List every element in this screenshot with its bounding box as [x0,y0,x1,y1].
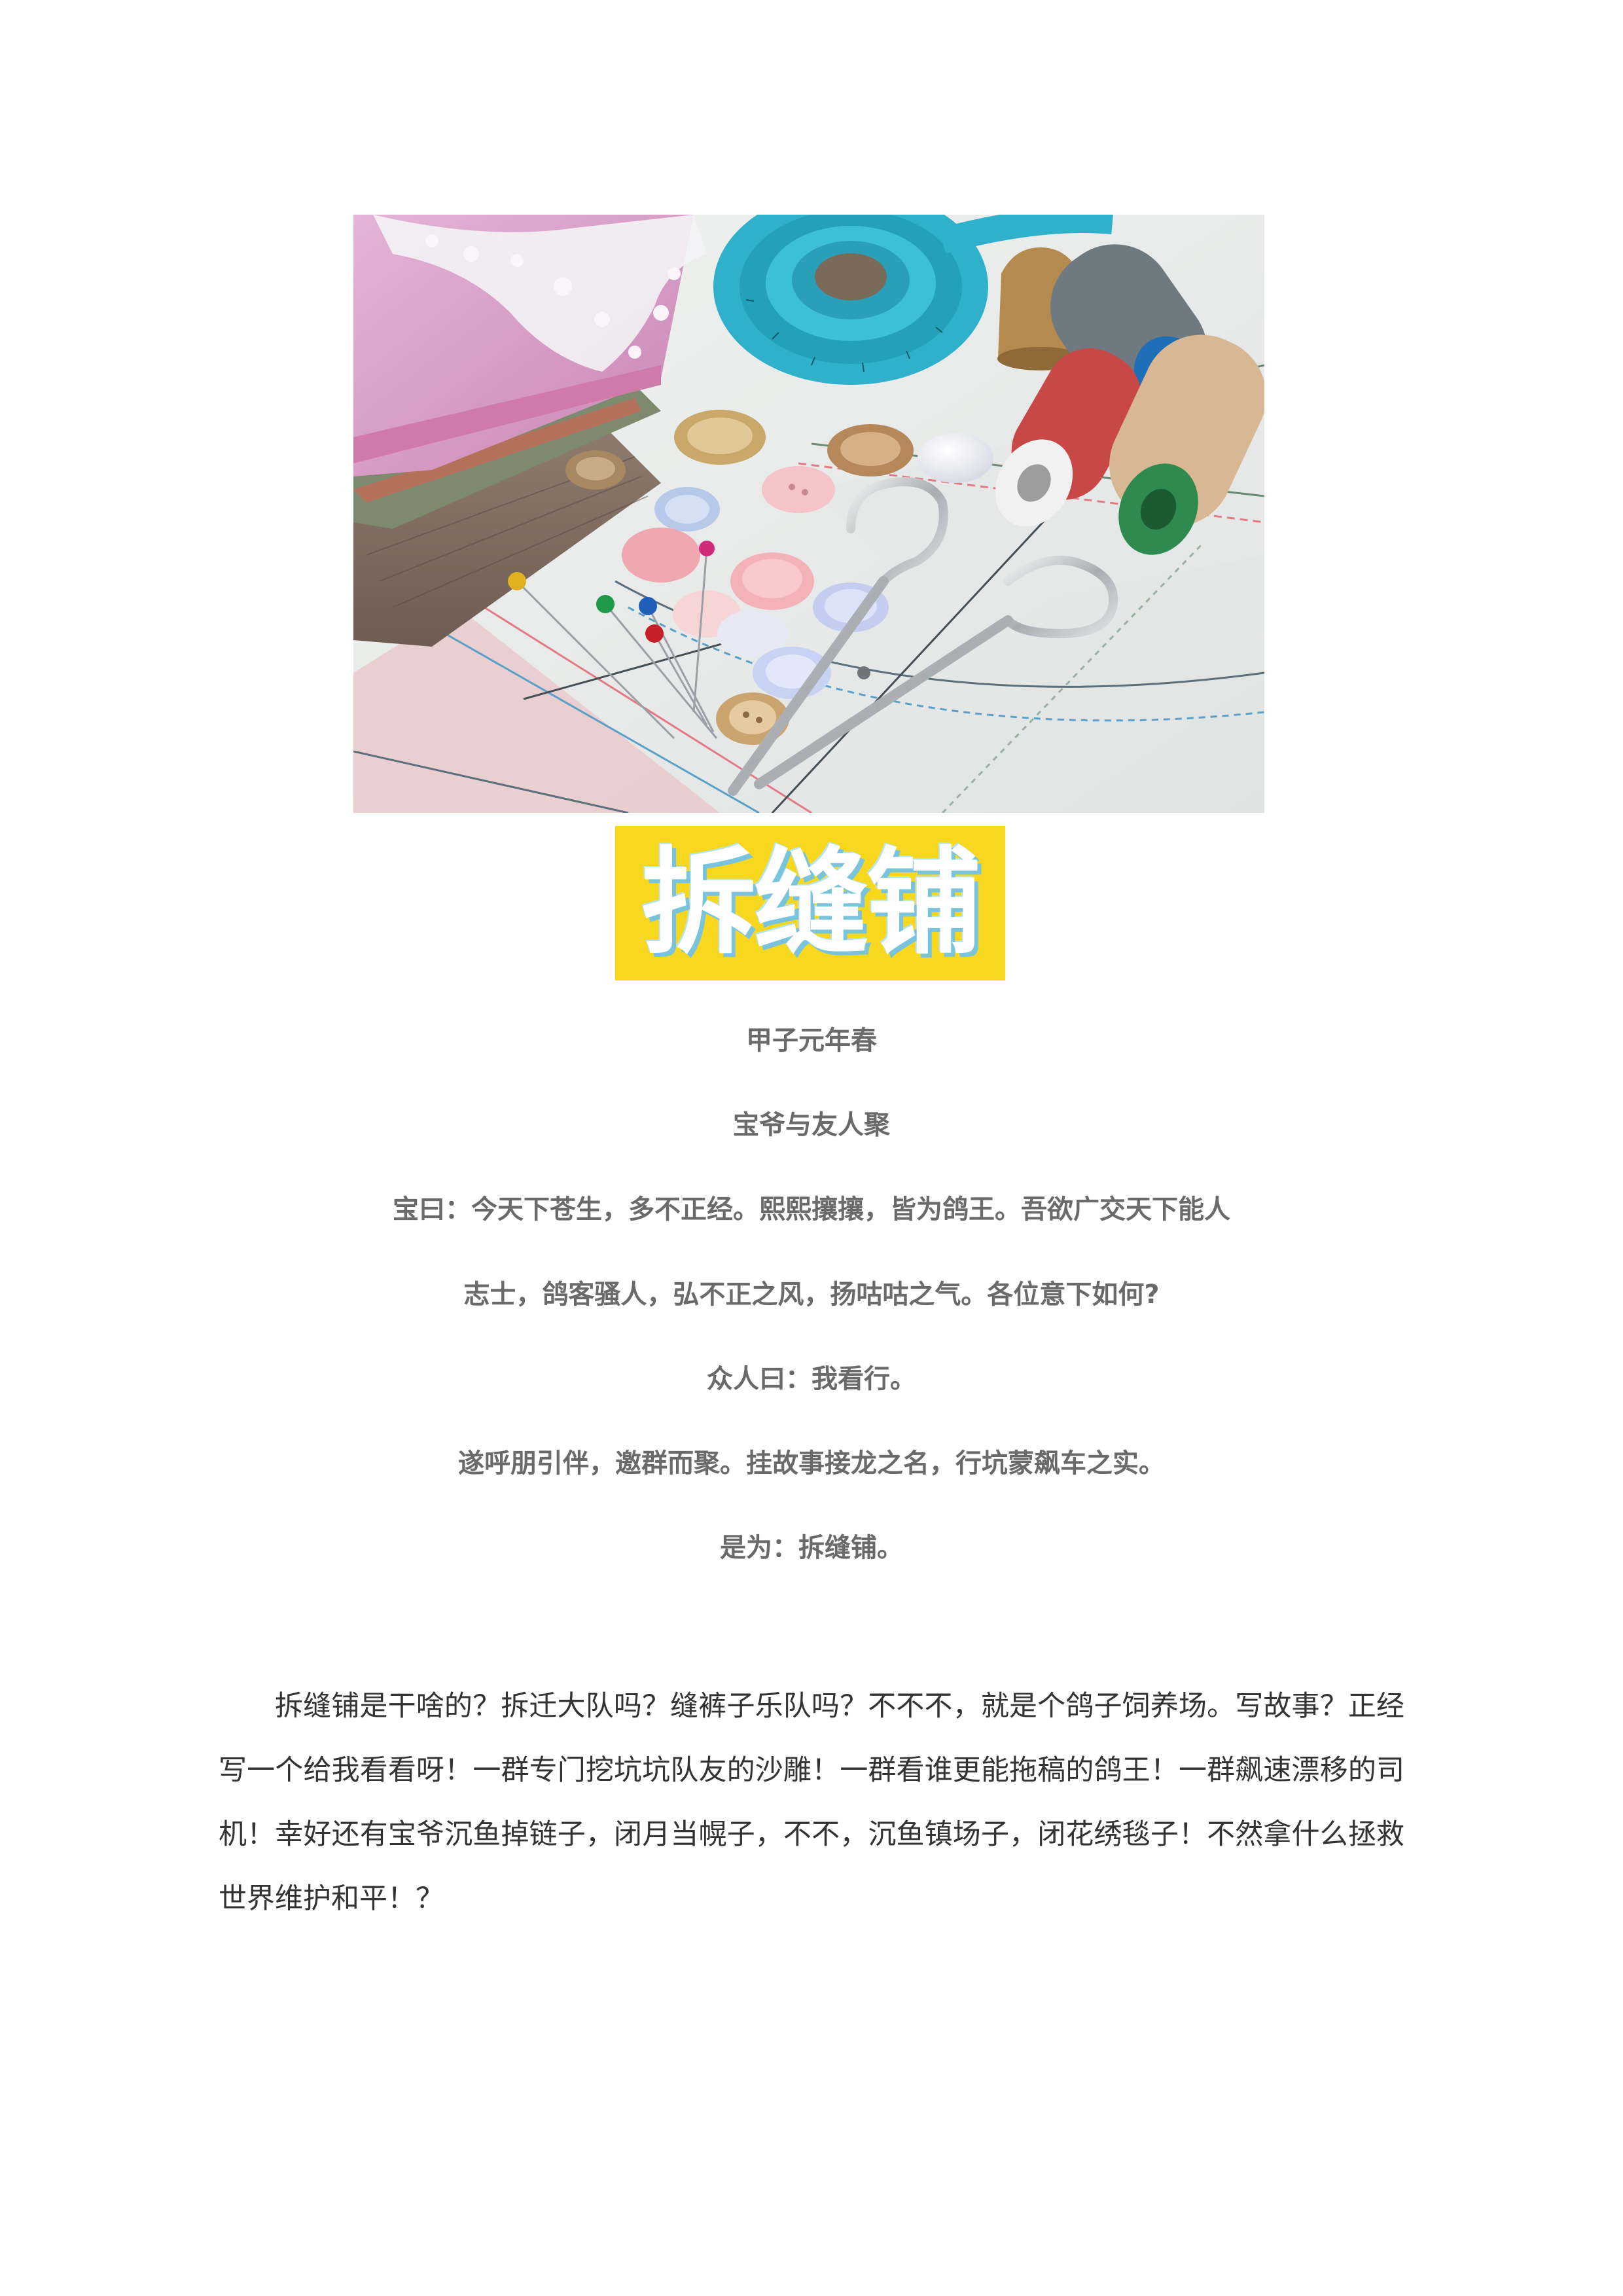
preface-line-1: 甲子元年春 [746,1026,877,1056]
preface-line-5: 众人曰：我看行。 [707,1364,916,1394]
title-banner: 拆缝铺 [615,826,1005,980]
preface-line-4: 志士，鸽客骚人，弘不正之风，扬咕咕之气。各位意下如何? [463,1280,1160,1310]
sewing-supplies-photo [353,215,1264,813]
scissors-pivot [857,666,870,679]
preface-line-3: 宝曰：今天下苍生，多不正经。熙熙攘攘，皆为鸽王。吾欲广交天下能人 [393,1194,1230,1225]
intro-paragraph: 拆缝铺是干啥的？拆迁大队吗？缝裤子乐队吗？不不不，就是个鸽子饲养场。写故事？正经… [219,1690,1404,1915]
preface-line-6: 遂呼朋引伴，邀群而聚。挂故事接龙之名，行坑蒙飙车之实。 [458,1448,1165,1479]
preface-line-7: 是为：拆缝铺。 [720,1533,903,1563]
preface-line-2: 宝爷与友人聚 [733,1110,890,1140]
page-title: 拆缝铺 [641,836,982,970]
